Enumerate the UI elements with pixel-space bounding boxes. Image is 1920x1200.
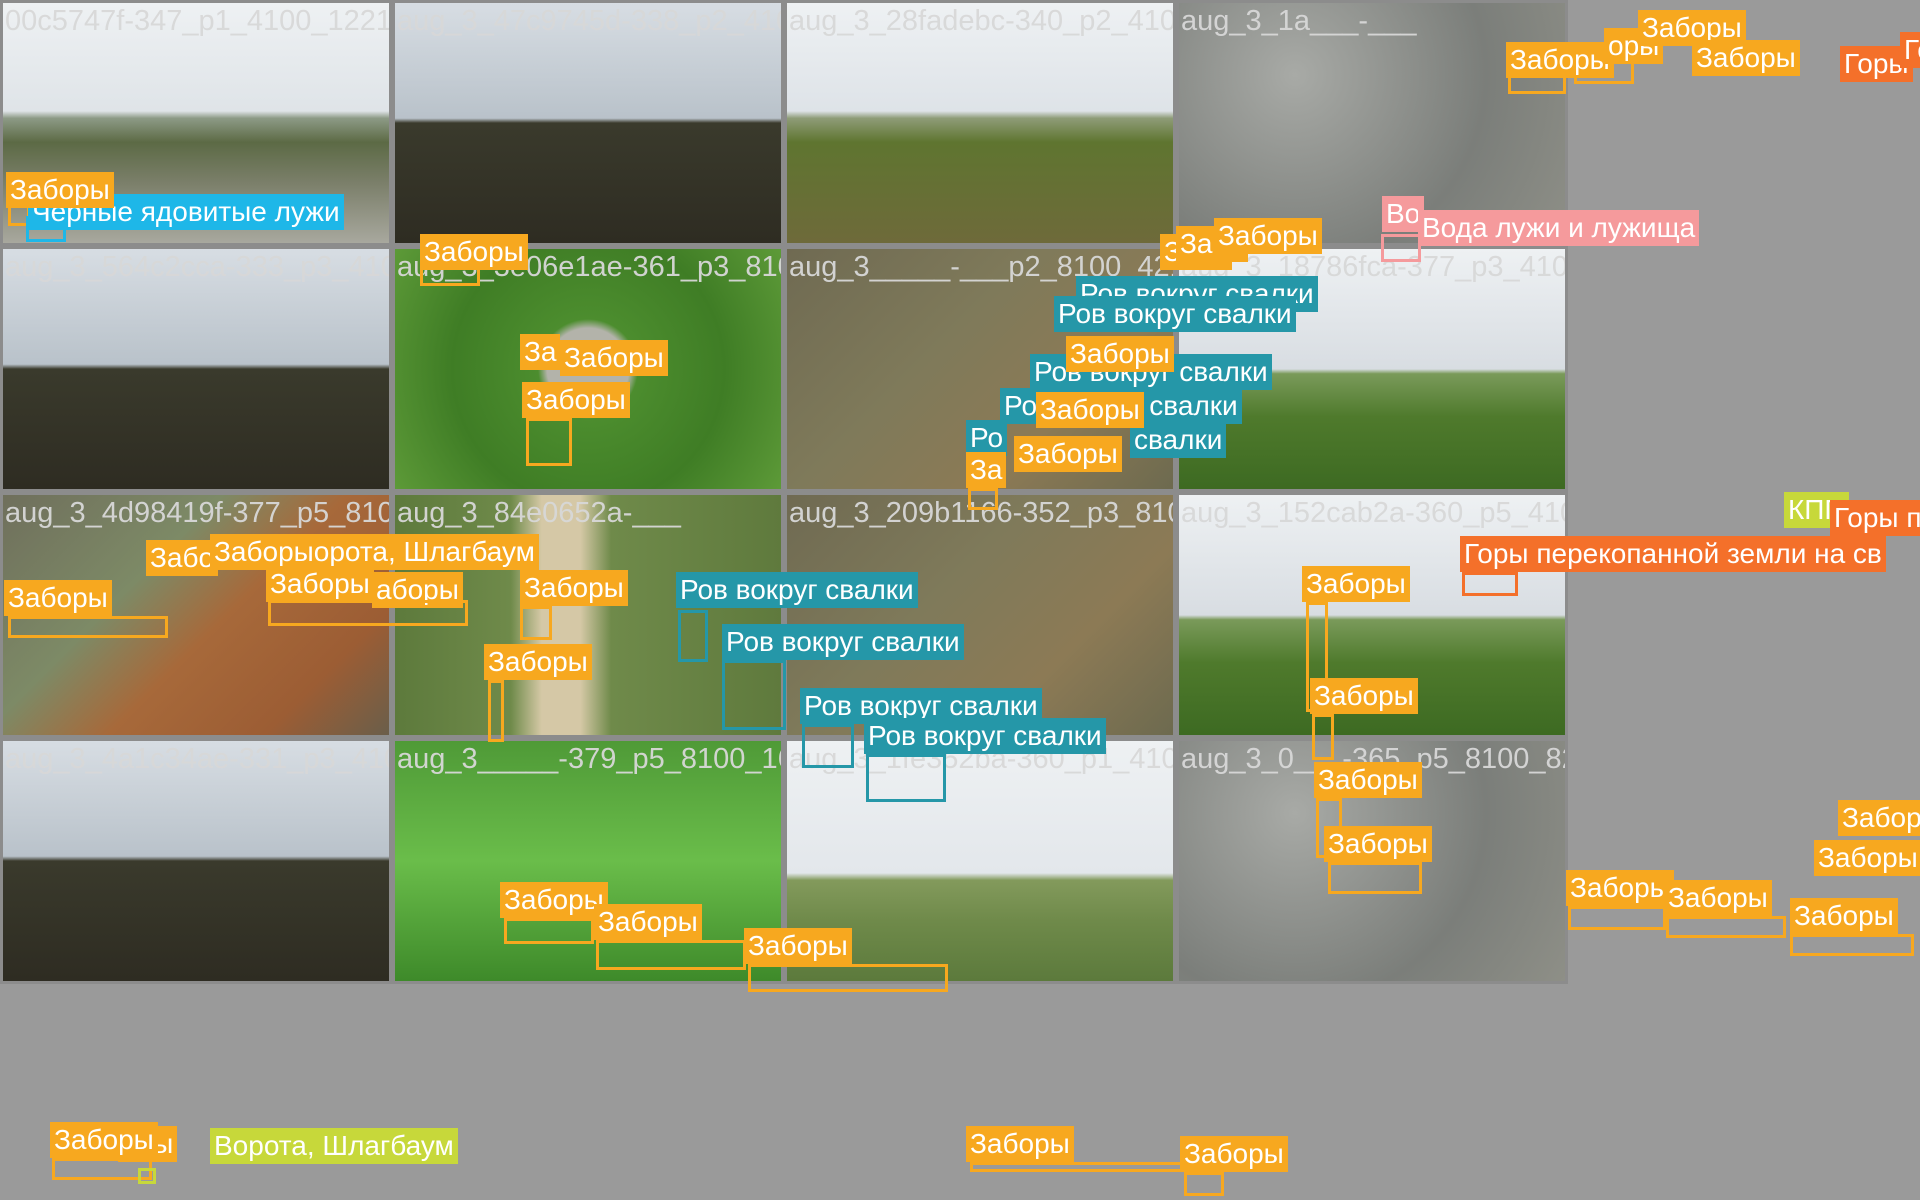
filename: 00c5747f-347_p1_4100_12210.jpg	[5, 5, 392, 37]
filename: aug_3_____-379_p5_8100_1621	[397, 743, 784, 775]
filename: aug_3_28fadebc-340_p2_4100_4210.jpg	[789, 5, 1176, 37]
photo	[787, 249, 1173, 489]
filename: aug_3_84e0652a-___	[397, 497, 681, 529]
tile-5: aug_3_564c2cca-333_p3_4100_8210.jpg	[0, 246, 392, 492]
photo	[3, 3, 389, 243]
filename: aug_3_209b1166-352_p3_8100_8210.jpg	[789, 497, 1173, 529]
filename: aug_3_47c9745d-338_p2_4100_8210.jpg	[397, 5, 781, 37]
photo	[787, 741, 1173, 981]
tile-15: aug_3_1fe352ba-360_p1_4100_12210.jpg	[784, 738, 1176, 984]
tile-13: aug_3_4a1c34ae-331_p3_4100_8210.jpg	[0, 738, 392, 984]
filename: aug_3_564c2cca-333_p3_4100_8210.jpg	[5, 251, 389, 283]
tile-7: aug_3_____-___p2_8100_4210.jpg	[784, 246, 1176, 492]
tile-9: aug_3_4d98419f-377_p5_8100_4210.jpg	[0, 492, 392, 738]
filename: aug_3_0___-365_p5_8100_82	[1181, 743, 1568, 775]
filename: aug_3_18786fca-377_p3_4100_20	[1181, 251, 1568, 283]
photo	[3, 249, 389, 489]
filename: aug_3_4d98419f-377_p5_8100_4210.jpg	[5, 497, 389, 529]
photo	[1179, 3, 1565, 243]
tile-12: aug_3_152cab2a-360_p5_4100_21	[1176, 492, 1568, 738]
photo	[1179, 249, 1565, 489]
tile-10: aug_3_84e0652a-___	[392, 492, 784, 738]
filename: aug_3_1fe352ba-360_p1_4100_12210.jpg	[789, 743, 1173, 775]
filename: aug_3_____-___p2_8100_4210.jpg	[789, 251, 1173, 283]
photo	[395, 249, 781, 489]
tile-14: aug_3_____-379_p5_8100_1621	[392, 738, 784, 984]
filename: aug_3_4a1c34ae-331_p3_4100_8210.jpg	[5, 743, 389, 775]
tile-16: aug_3_0___-365_p5_8100_82	[1176, 738, 1568, 984]
photo	[3, 741, 389, 981]
tile-8: aug_3_18786fca-377_p3_4100_20	[1176, 246, 1568, 492]
filename: aug_3_152cab2a-360_p5_4100_21	[1181, 497, 1565, 529]
tile-6: aug_3_3e06e1ae-361_p3_8100_4210.jpg	[392, 246, 784, 492]
photo	[395, 495, 781, 735]
filename: aug_3_1a___-___	[1181, 5, 1417, 37]
tile-11: aug_3_209b1166-352_p3_8100_8210.jpg	[784, 492, 1176, 738]
photo	[3, 495, 389, 735]
photo	[395, 3, 781, 243]
photo	[1179, 741, 1565, 981]
filename: aug_3_3e06e1ae-361_p3_8100_4210.jpg	[397, 251, 781, 283]
photo	[395, 741, 781, 981]
photo	[1179, 495, 1565, 735]
tile-4: aug_3_1a___-___	[1176, 0, 1568, 246]
photo	[787, 3, 1173, 243]
tile-2: aug_3_47c9745d-338_p2_4100_8210.jpg	[392, 0, 784, 246]
photo	[787, 495, 1173, 735]
image-grid: 00c5747f-347_p1_4100_12210.jpg aug_3_47c…	[0, 0, 1920, 1200]
tile-1: 00c5747f-347_p1_4100_12210.jpg	[0, 0, 392, 246]
tile-3: aug_3_28fadebc-340_p2_4100_4210.jpg	[784, 0, 1176, 246]
